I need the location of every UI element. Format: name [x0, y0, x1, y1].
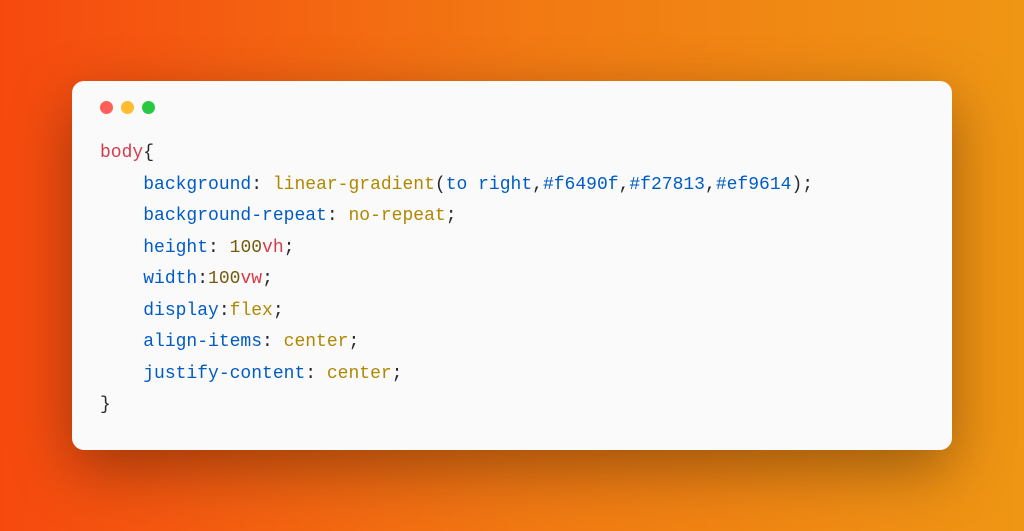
semicolon: ;	[348, 332, 359, 352]
code-block: body{ background: linear-gradient(to rig…	[100, 138, 924, 422]
indent	[100, 206, 143, 226]
indent	[100, 301, 143, 321]
semicolon: ;	[284, 238, 295, 258]
css-property: height	[143, 238, 208, 258]
css-value: flex	[230, 301, 273, 321]
semicolon: ;	[446, 206, 457, 226]
css-property: align-items	[143, 332, 262, 352]
css-arg: #f6490f	[543, 175, 619, 195]
colon: :	[197, 269, 208, 289]
colon: :	[262, 332, 284, 352]
indent	[100, 269, 143, 289]
css-unit: vh	[262, 238, 284, 258]
colon: :	[251, 175, 273, 195]
colon: :	[219, 301, 230, 321]
open-brace: {	[143, 143, 154, 163]
css-selector: body	[100, 143, 143, 163]
code-window: body{ background: linear-gradient(to rig…	[72, 81, 952, 450]
css-property: justify-content	[143, 364, 305, 384]
css-property: display	[143, 301, 219, 321]
colon: :	[305, 364, 327, 384]
maximize-icon[interactable]	[142, 101, 155, 114]
css-function: linear-gradient	[273, 175, 435, 195]
css-property: background-repeat	[143, 206, 327, 226]
colon: :	[208, 238, 230, 258]
close-paren: )	[791, 175, 802, 195]
css-value: center	[327, 364, 392, 384]
open-paren: (	[435, 175, 446, 195]
semicolon: ;	[273, 301, 284, 321]
comma: ,	[619, 175, 630, 195]
close-icon[interactable]	[100, 101, 113, 114]
indent	[100, 175, 143, 195]
comma: ,	[532, 175, 543, 195]
css-value: center	[284, 332, 349, 352]
semicolon: ;	[802, 175, 813, 195]
css-arg: to right	[446, 175, 532, 195]
comma: ,	[705, 175, 716, 195]
indent	[100, 332, 143, 352]
indent	[100, 364, 143, 384]
close-brace: }	[100, 395, 111, 415]
css-unit: vw	[240, 269, 262, 289]
colon: :	[327, 206, 349, 226]
indent	[100, 238, 143, 258]
semicolon: ;	[262, 269, 273, 289]
css-arg: #f27813	[629, 175, 705, 195]
window-controls	[100, 101, 924, 114]
css-property: width	[143, 269, 197, 289]
css-arg: #ef9614	[716, 175, 792, 195]
css-number: 100	[230, 238, 262, 258]
css-property: background	[143, 175, 251, 195]
minimize-icon[interactable]	[121, 101, 134, 114]
css-number: 100	[208, 269, 240, 289]
css-value: no-repeat	[348, 206, 445, 226]
semicolon: ;	[392, 364, 403, 384]
